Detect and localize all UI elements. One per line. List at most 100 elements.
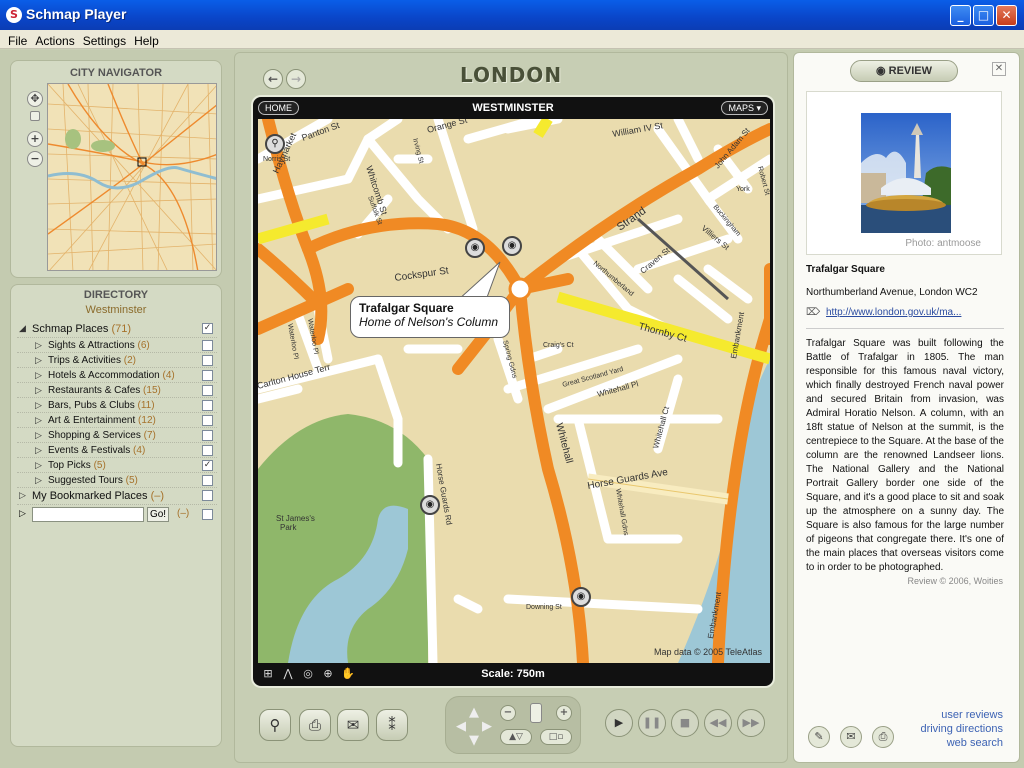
search-icon[interactable]: ⚲ <box>259 709 291 741</box>
directory-item[interactable]: ▷ Hotels & Accommodation (4) <box>17 368 217 383</box>
directory-item-label: Hotels & Accommodation (4) <box>48 370 175 381</box>
play-icon[interactable]: ▶ <box>605 709 633 737</box>
bookmark-icon[interactable]: ✎ <box>808 726 830 748</box>
camera-icon[interactable]: ◉ <box>465 238 485 258</box>
user-reviews-link[interactable]: user reviews <box>941 709 1003 721</box>
menu-bar: File Actions Settings Help <box>0 30 1024 49</box>
camera-icon[interactable]: ◉ <box>502 236 522 256</box>
search-checkbox[interactable] <box>202 509 213 520</box>
directory-item[interactable]: ▷ Suggested Tours (5) <box>17 473 217 488</box>
select-box-icon[interactable] <box>30 111 40 121</box>
place-url-link[interactable]: ⌦ http://www.london.gov.uk/ma... <box>806 307 961 318</box>
directory-item-checkbox[interactable] <box>202 385 213 396</box>
directory-item-label: Sights & Attractions (6) <box>48 340 150 351</box>
email-icon[interactable]: ✉ <box>337 709 369 741</box>
expand-icon[interactable]: ▷ <box>35 385 42 396</box>
city-title: LONDON <box>459 63 563 87</box>
expand-icon[interactable]: ▷ <box>35 355 42 366</box>
map-viewport[interactable]: Haymarket Panton St Orange St William IV… <box>258 119 770 663</box>
photo-box: Photo: antmoose <box>806 91 1002 255</box>
directory-item-checkbox[interactable] <box>202 490 213 501</box>
fast-forward-icon[interactable]: ▶▶ <box>737 709 765 737</box>
directory-item[interactable]: ▷ Sights & Attractions (6) <box>17 338 217 353</box>
directory-item[interactable]: ◢ Schmap Places (71) ✓ <box>17 321 217 338</box>
close-review-button[interactable]: ✕ <box>992 62 1006 76</box>
menu-help[interactable]: Help <box>130 32 163 48</box>
pause-icon[interactable]: ❚❚ <box>638 709 666 737</box>
place-name: Trafalgar Square <box>806 264 885 275</box>
zoom-slider[interactable] <box>530 703 542 723</box>
directory-item[interactable]: ▷ Shopping & Services (7) <box>17 428 217 443</box>
email-icon[interactable]: ✉ <box>840 726 862 748</box>
rotate-icon[interactable]: □▫ <box>540 729 572 745</box>
expand-icon[interactable]: ▷ <box>35 415 42 426</box>
directory-item-checkbox[interactable] <box>202 355 213 366</box>
place-callout[interactable]: Trafalgar Square Home of Nelson's Column <box>350 296 510 338</box>
menu-file[interactable]: File <box>4 32 31 48</box>
directory-item[interactable]: ▷ Restaurants & Cafes (15) <box>17 383 217 398</box>
driving-directions-link[interactable]: driving directions <box>920 723 1003 735</box>
expand-icon[interactable]: ▷ <box>19 509 26 519</box>
directory-item-checkbox[interactable] <box>202 415 213 426</box>
print-icon[interactable]: ⎙ <box>299 709 331 741</box>
place-photo[interactable] <box>861 113 951 233</box>
street-label: Norris St <box>263 156 290 163</box>
directory-item-checkbox[interactable]: ✓ <box>202 460 213 471</box>
directory-item-checkbox[interactable]: ✓ <box>202 323 213 334</box>
zoom-in-button[interactable]: + <box>556 705 572 721</box>
directory-item-checkbox[interactable] <box>202 475 213 486</box>
zoom-out-icon[interactable]: − <box>27 151 43 167</box>
maximize-button[interactable]: □ <box>973 5 994 26</box>
camera-icon[interactable]: ◉ <box>420 495 440 515</box>
place-url-text: http://www.london.gov.uk/ma... <box>826 307 962 318</box>
directory-item-count: (12) <box>138 415 156 426</box>
expand-icon[interactable]: ▷ <box>35 370 42 381</box>
directory-item-text: Events & Festivals <box>48 445 131 456</box>
directory-item-label: Bars, Pubs & Clubs (11) <box>48 400 155 411</box>
camera-icon[interactable]: ◉ <box>571 587 591 607</box>
directory-search-input[interactable] <box>32 507 144 522</box>
menu-settings[interactable]: Settings <box>79 32 130 48</box>
print-icon[interactable]: ⎙ <box>872 726 894 748</box>
expand-icon[interactable]: ▷ <box>35 340 42 351</box>
directory-item[interactable]: ▷ Bars, Pubs & Clubs (11) <box>17 398 217 413</box>
directory-item[interactable]: ▷ Trips & Activities (2) <box>17 353 217 368</box>
park-label: Park <box>280 523 297 532</box>
dpad-arrows-icon[interactable]: ▲ ◀ ▶ ▼ <box>456 705 496 748</box>
menu-actions[interactable]: Actions <box>31 32 78 48</box>
expand-icon[interactable]: ▷ <box>35 475 42 486</box>
expand-icon[interactable]: ▷ <box>35 400 42 411</box>
zoom-in-icon[interactable]: + <box>27 131 43 147</box>
pan-icon[interactable]: ✥ <box>27 91 43 107</box>
directory-item[interactable]: ▷ Events & Festivals (4) <box>17 443 217 458</box>
directory-item-checkbox[interactable] <box>202 340 213 351</box>
directory-item-checkbox[interactable] <box>202 445 213 456</box>
expand-icon[interactable]: ▷ <box>19 490 26 501</box>
directory-item[interactable]: ▷ Art & Entertainment (12) <box>17 413 217 428</box>
window-title: Schmap Player <box>26 6 127 22</box>
go-button[interactable]: Go! <box>147 507 169 522</box>
collapse-icon[interactable]: ◢ <box>19 323 26 334</box>
tilt-icon[interactable]: ▲▽ <box>500 729 532 745</box>
overview-map[interactable] <box>47 83 217 271</box>
expand-icon[interactable]: ▷ <box>35 430 42 441</box>
directory-item-checkbox[interactable] <box>202 370 213 381</box>
close-button[interactable]: ✕ <box>996 5 1017 26</box>
directory-item-checkbox[interactable] <box>202 400 213 411</box>
review-button[interactable]: ◉ REVIEW <box>850 60 958 82</box>
expand-icon[interactable]: ▷ <box>35 445 42 456</box>
web-search-link[interactable]: web search <box>947 737 1003 749</box>
minimize-button[interactable]: _ <box>950 5 971 26</box>
maps-dropdown[interactable]: MAPS ▾ <box>721 101 768 115</box>
rewind-icon[interactable]: ◀◀ <box>704 709 732 737</box>
directory-item[interactable]: ▷ Top Picks (5) ✓ <box>17 458 217 473</box>
directory-item-checkbox[interactable] <box>202 430 213 441</box>
directory-item-label: Shopping & Services (7) <box>48 430 156 441</box>
footsteps-icon[interactable]: ⁑ <box>376 709 408 741</box>
directory-item[interactable]: ▷ My Bookmarked Places (–) <box>17 488 217 505</box>
expand-icon[interactable]: ▷ <box>35 460 42 471</box>
zoom-out-button[interactable]: − <box>500 705 516 721</box>
directory-item-text: Sights & Attractions <box>48 340 135 351</box>
pin-icon[interactable]: ⚲ <box>265 134 285 154</box>
stop-icon[interactable]: ■ <box>671 709 699 737</box>
